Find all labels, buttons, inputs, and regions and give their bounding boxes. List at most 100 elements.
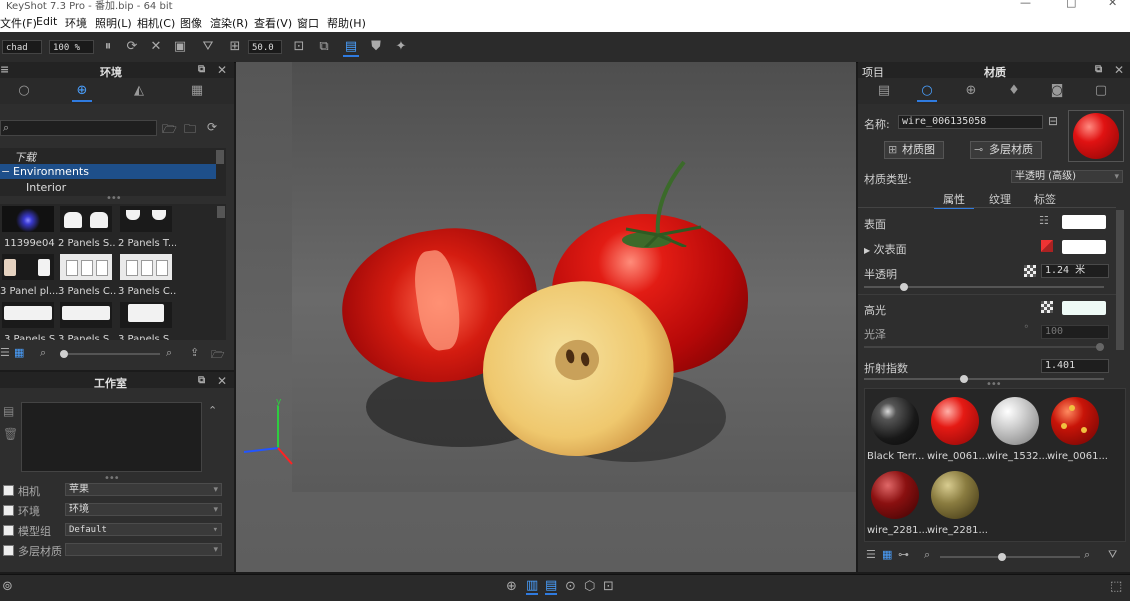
thumb-3-panels-s[interactable]	[2, 302, 54, 328]
zoom-out-icon[interactable]: ⌕	[40, 346, 46, 360]
undock-icon[interactable]: ⧉	[1095, 64, 1102, 75]
grid-view-icon[interactable]: ▦	[14, 346, 24, 359]
animation-icon[interactable]: ⊙	[565, 579, 576, 594]
texture-map-icon[interactable]	[1041, 240, 1053, 252]
tab-labels[interactable]: 标签	[1034, 191, 1056, 207]
gloss-slider[interactable]	[864, 343, 1104, 351]
filter-icon[interactable]: ⛛	[1108, 548, 1117, 562]
environment-checkbox[interactable]	[3, 505, 14, 516]
model-set-select[interactable]: Default	[65, 523, 222, 536]
ior-input[interactable]: 1.401	[1041, 359, 1109, 373]
ior-slider[interactable]	[864, 375, 1104, 383]
menu-image[interactable]: 图像	[180, 15, 202, 31]
grid-view-icon[interactable]: ▦	[882, 548, 892, 561]
thumb-3-panel-pl[interactable]	[2, 254, 54, 280]
material-name-input[interactable]: wire_006135058	[898, 115, 1043, 129]
render-icon[interactable]: ⊡	[603, 579, 614, 594]
pause-icon[interactable]: ⏸	[100, 39, 116, 55]
render-viewport[interactable]: y	[236, 62, 856, 572]
preset-select[interactable]: chad	[2, 40, 42, 54]
menu-render[interactable]: 渲染(R)	[210, 15, 248, 31]
collapse-up-icon[interactable]: ⌃	[208, 404, 217, 417]
thumb-3-panels-s-3[interactable]	[120, 302, 172, 328]
properties-scrollbar[interactable]	[1116, 210, 1124, 350]
tab-colors[interactable]: ◭	[129, 82, 149, 100]
surface-color-swatch[interactable]	[1062, 215, 1106, 229]
thumb-2-panels-t[interactable]	[120, 206, 172, 232]
camera-checkbox[interactable]	[3, 485, 14, 496]
tab-scene[interactable]: ▤	[874, 82, 894, 100]
snapshot-icon[interactable]: ⧉	[316, 39, 332, 55]
camera-select[interactable]: 苹果	[65, 483, 222, 496]
menu-window[interactable]: 窗口	[297, 15, 319, 31]
zoom-in-icon[interactable]: ⌕	[1084, 548, 1090, 562]
list-view-icon[interactable]: ☰	[866, 548, 876, 561]
maximize-button[interactable]: □	[1066, 0, 1076, 9]
zoom-in-icon[interactable]: ⌕	[166, 346, 172, 360]
tab-lighting[interactable]: ♦	[1004, 82, 1024, 100]
environment-select[interactable]: 环境	[65, 503, 222, 516]
tab-cloud-library[interactable]: ○	[14, 82, 34, 100]
material-type-select[interactable]: 半透明 (高级)	[1011, 170, 1123, 183]
resolution-zoom-input[interactable]: 100 %	[49, 40, 94, 54]
link-icon[interactable]: ⸰	[1024, 321, 1029, 332]
material-black-terrazzo[interactable]	[871, 397, 919, 445]
checker-map-icon[interactable]	[1041, 301, 1053, 313]
menu-file[interactable]: 文件(F)	[0, 15, 37, 31]
tab-image[interactable]: ▢	[1091, 82, 1111, 100]
tree-item-downloads[interactable]: 下载	[0, 148, 216, 164]
save-material-icon[interactable]: ⊟	[1048, 114, 1058, 128]
multi-material-checkbox[interactable]	[3, 545, 14, 556]
undock-icon[interactable]: ⧉	[198, 64, 205, 75]
add-folder-icon[interactable]: 🗀	[184, 120, 196, 141]
thumb-3-panels-c[interactable]	[60, 254, 112, 280]
render-icon[interactable]: ▤	[343, 39, 359, 57]
fullscreen-icon[interactable]: ⬚	[1110, 579, 1122, 594]
undock-icon[interactable]: ⧉	[198, 375, 205, 386]
menu-lighting[interactable]: 照明(L)	[95, 15, 132, 31]
library-icon[interactable]: ▥	[526, 578, 539, 595]
thumb-11399e04[interactable]	[2, 206, 54, 232]
import-icon[interactable]: 🗁	[211, 346, 225, 365]
list-view-icon[interactable]: ☰	[0, 346, 10, 359]
open-folder-icon[interactable]: 🗁	[162, 120, 177, 141]
splitter-handle[interactable]: •••	[106, 193, 122, 204]
thumb-size-slider[interactable]	[60, 350, 160, 358]
specular-color-swatch[interactable]	[1062, 301, 1106, 315]
keyshotvr-icon[interactable]: ⬡	[584, 579, 595, 594]
panel-menu-icon[interactable]: ≡	[0, 63, 9, 76]
material-graph-button[interactable]: ⊞ 材质图	[884, 141, 944, 159]
menu-view[interactable]: 查看(V)	[254, 15, 292, 31]
gloss-input[interactable]: 100	[1041, 325, 1109, 339]
multi-material-select[interactable]	[65, 543, 222, 556]
translucency-slider[interactable]	[864, 283, 1104, 291]
zoom-out-icon[interactable]: ⌕	[924, 548, 930, 562]
menu-camera[interactable]: 相机(C)	[137, 15, 175, 31]
menu-help[interactable]: 帮助(H)	[327, 15, 366, 31]
material-thumb-size-slider[interactable]	[940, 553, 1080, 561]
material-wire-2281-b[interactable]	[931, 471, 979, 519]
screenshot-icon[interactable]: ⊡	[291, 39, 307, 55]
material-wire-1532[interactable]	[991, 397, 1039, 445]
tumble-icon[interactable]: ⛛	[200, 39, 216, 55]
project-icon[interactable]: ▤	[545, 578, 558, 595]
checker-map-icon[interactable]	[1024, 265, 1036, 277]
menu-environment[interactable]: 环境	[65, 15, 87, 31]
sparkle-icon[interactable]: ✦	[393, 39, 409, 55]
tab-camera[interactable]: ◙	[1047, 82, 1067, 100]
close-panel-icon[interactable]: ✕	[217, 63, 227, 77]
perspective-icon[interactable]: ⊞	[227, 39, 243, 55]
close-panel-icon[interactable]: ✕	[1114, 63, 1124, 77]
tab-textures[interactable]: 纹理	[989, 191, 1011, 207]
tab-material[interactable]: ○	[917, 82, 937, 102]
material-wire-0061-b[interactable]	[1051, 397, 1099, 445]
thumb-3-panels-c-2[interactable]	[120, 254, 172, 280]
new-studio-icon[interactable]: ▤	[3, 404, 14, 418]
thumb-2-panels-s[interactable]	[60, 206, 112, 232]
delete-icon[interactable]: 🗑	[3, 427, 18, 441]
refresh-icon[interactable]: ⟳	[124, 39, 140, 55]
tab-environments[interactable]: ⊕	[72, 82, 92, 102]
cloud-icon[interactable]: ⊚	[2, 579, 13, 594]
fov-input[interactable]: 50.0	[248, 40, 282, 54]
refresh-library-icon[interactable]: ⟳	[207, 120, 217, 134]
